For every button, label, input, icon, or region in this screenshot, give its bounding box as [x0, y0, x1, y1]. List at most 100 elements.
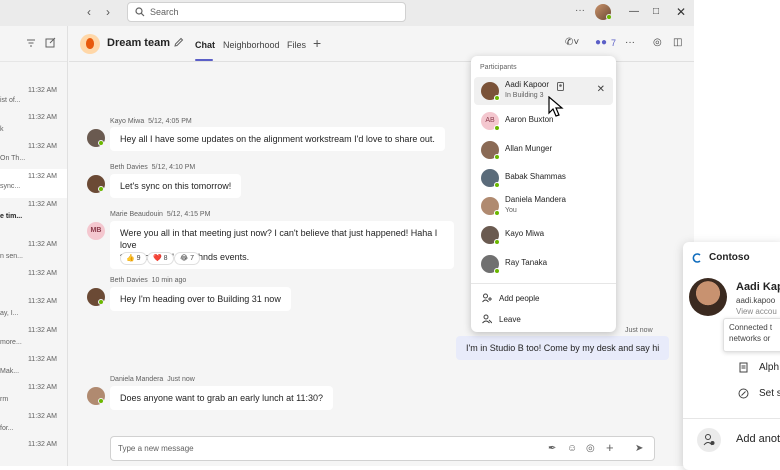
presence-available-icon: [494, 268, 500, 274]
new-chat-icon[interactable]: [45, 37, 56, 48]
reaction-like[interactable]: 👍 9: [120, 252, 147, 265]
participant-name: Babak Shammas: [505, 172, 566, 181]
tooltip: Connected t networks or: [723, 318, 780, 352]
contact-email[interactable]: aadi.kapoo: [736, 296, 775, 305]
side-panel-icon[interactable]: ◫: [673, 37, 682, 48]
presence-available-icon: [494, 182, 500, 188]
list-item[interactable]: 11:32 AM On Th...: [0, 143, 67, 172]
contact-card: Contoso Aadi Kap aadi.kapoo View accou C…: [683, 242, 780, 470]
message-meta: Marie Beaudouin 5/12, 4:15 PM: [110, 211, 211, 218]
list-item[interactable]: 11:32 AM n sen...: [0, 241, 67, 270]
divider: [471, 283, 616, 284]
message-meta: Kayo Miwa 5/12, 4:05 PM: [110, 118, 192, 125]
participant-name: Ray Tanaka: [505, 258, 548, 267]
contoso-logo-icon: [692, 253, 701, 263]
call-icon[interactable]: ✆˅: [565, 37, 579, 48]
participant-name: Aaron Buxton: [505, 115, 554, 124]
document-icon: [739, 362, 748, 373]
copilot-icon[interactable]: ◎: [653, 37, 662, 48]
avatar: [689, 278, 727, 316]
list-item[interactable]: 11:32 AM: [0, 270, 67, 299]
search-box[interactable]: Search: [127, 2, 406, 22]
leave-icon: [482, 314, 492, 324]
add-people-icon: [482, 293, 492, 303]
participant-row[interactable]: Babak Shammas: [474, 164, 613, 192]
list-item[interactable]: 11:32 AM: [0, 441, 67, 466]
message-bubble[interactable]: Let's sync on this tomorrow!: [110, 174, 242, 198]
more-options-icon[interactable]: ···: [575, 5, 585, 16]
minimize-icon[interactable]: —: [627, 5, 641, 19]
presence-available-icon: [494, 239, 500, 245]
list-item[interactable]: 11:32 AM more...: [0, 327, 67, 356]
chat-list-header: [0, 26, 67, 62]
participants-title: Participants: [480, 64, 517, 71]
participants-popup: Participants Aadi Kapoor In Building 3 ✕…: [471, 56, 616, 332]
participant-row[interactable]: Ray Tanaka: [474, 250, 613, 278]
participant-count[interactable]: 7: [611, 38, 616, 48]
avatar[interactable]: MB: [87, 222, 105, 240]
participant-row[interactable]: Aadi Kapoor In Building 3 ✕: [474, 77, 613, 105]
edit-pencil-icon: [738, 388, 749, 399]
laugh-icon: 😂: [180, 255, 189, 262]
view-account-link[interactable]: View accou: [736, 307, 777, 316]
close-window-icon[interactable]: ✕: [674, 5, 688, 19]
heart-icon: ❤️: [153, 255, 162, 262]
maximize-icon[interactable]: □: [649, 5, 663, 19]
people-icon[interactable]: ●●: [595, 37, 607, 48]
message-time: Just now: [625, 327, 653, 334]
remove-participant-icon[interactable]: ✕: [597, 84, 605, 95]
emoji-icon[interactable]: ☺: [567, 443, 577, 454]
contact-name: Aadi Kap: [736, 281, 780, 293]
loop-icon[interactable]: ◎: [586, 443, 595, 454]
tab-chat[interactable]: Chat: [195, 40, 215, 50]
attach-plus-icon[interactable]: +: [606, 440, 614, 455]
chat-list: 11:32 AM ist of... 11:32 AM k 11:32 AM On …: [0, 26, 68, 466]
my-message-bubble[interactable]: I'm in Studio B too! Come by my desk and…: [456, 336, 670, 360]
list-item[interactable]: 11:32 AM ay, I...: [0, 298, 67, 327]
list-item[interactable]: 11:32 AM rm: [0, 384, 67, 413]
more-options-icon[interactable]: ···: [625, 37, 635, 48]
reaction-heart[interactable]: ❤️ 8: [147, 252, 174, 265]
compose-placeholder: Type a new message: [118, 444, 194, 453]
team-avatar: [80, 34, 100, 54]
list-item[interactable]: 11:32 AM k: [0, 114, 67, 143]
list-item[interactable]: 11:32 AM e tim...: [0, 201, 67, 230]
tab-neighborhood[interactable]: Neighborhood: [223, 40, 280, 50]
participant-row[interactable]: Allan Munger: [474, 136, 613, 164]
card-action-item[interactable]: Set s: [759, 388, 780, 399]
leave-button[interactable]: Leave: [499, 315, 521, 324]
search-icon: [135, 7, 145, 17]
list-item-active[interactable]: 11:32 AM sync...: [0, 169, 67, 198]
reaction-laugh[interactable]: 😂 7: [174, 252, 201, 265]
list-item[interactable]: 11:32 AM Mak...: [0, 356, 67, 385]
participant-row[interactable]: Daniela Mandera You: [474, 192, 613, 220]
add-people-button[interactable]: Add people: [499, 294, 539, 303]
participant-row[interactable]: AB Aaron Buxton: [474, 107, 613, 135]
message-bubble[interactable]: Does anyone want to grab an early lunch …: [110, 386, 333, 410]
participant-name: Aadi Kapoor: [505, 80, 550, 89]
presence-available-icon: [494, 95, 500, 101]
edit-pencil-icon[interactable]: [173, 37, 184, 48]
forward-arrow-icon[interactable]: ›: [101, 5, 115, 19]
badge-icon: [557, 82, 564, 91]
add-account-button[interactable]: Add anot: [736, 433, 780, 445]
add-tab-icon[interactable]: +: [313, 35, 321, 51]
list-item[interactable]: 11:32 AM for...: [0, 413, 67, 442]
message-bubble[interactable]: Hey I'm heading over to Building 31 now: [110, 287, 291, 311]
participant-row[interactable]: Kayo Miwa: [474, 221, 613, 249]
filter-icon[interactable]: [26, 38, 36, 48]
tab-files[interactable]: Files: [287, 40, 306, 50]
message-bubble[interactable]: Hey all I have some updates on the align…: [110, 127, 445, 151]
divider: [683, 418, 780, 419]
search-placeholder: Search: [150, 7, 179, 17]
participant-status: In Building 3: [505, 92, 544, 99]
card-action-item[interactable]: Alph: [759, 362, 779, 373]
format-icon[interactable]: ✒: [548, 443, 556, 454]
list-item[interactable]: ist of...: [0, 87, 67, 116]
add-account-icon[interactable]: [697, 428, 721, 452]
send-icon[interactable]: ➤: [635, 443, 643, 454]
compose-box[interactable]: Type a new message ✒ ☺ ◎ + ➤: [110, 436, 655, 461]
back-arrow-icon[interactable]: ‹: [82, 5, 96, 19]
teams-window: ‹ › Search ··· — □ ✕ 11:32 AM ist of... …: [0, 0, 694, 466]
message-meta: Beth Davies 5/12, 4:10 PM: [110, 164, 196, 171]
